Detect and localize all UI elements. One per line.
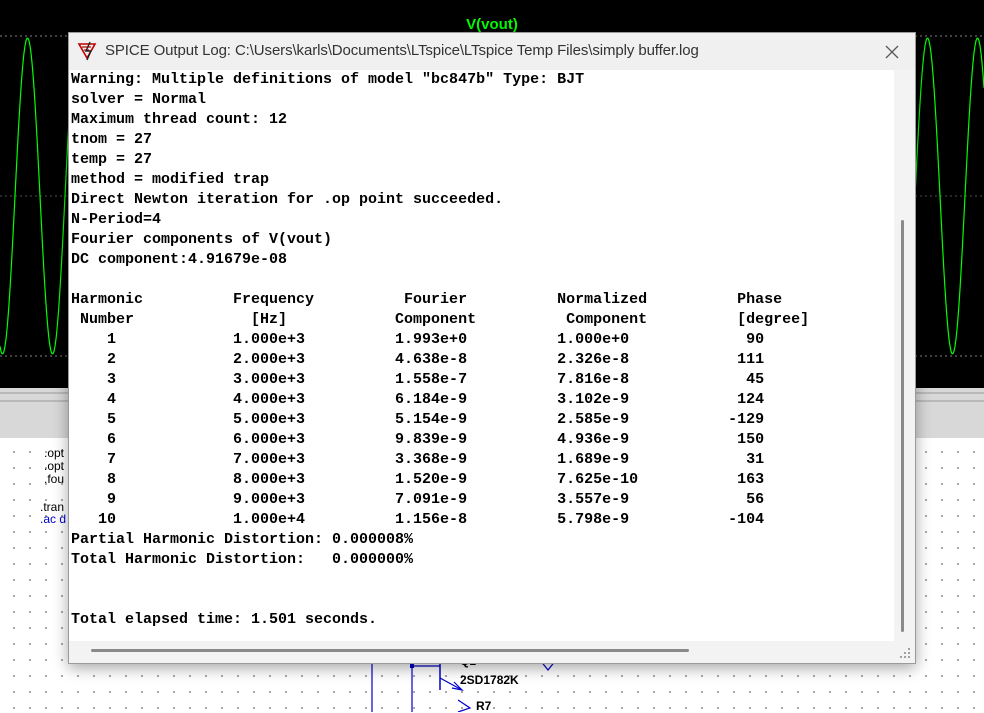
- ltspice-icon: [77, 41, 97, 61]
- log-line: DC component:4.91679e-08: [71, 251, 288, 268]
- log-line: 8 8.000e+3 1.520e-9 7.625e-10 163: [71, 471, 765, 488]
- log-line: 7 7.000e+3 3.368e-9 1.689e-9 31: [71, 451, 765, 468]
- log-line: 3 3.000e+3 1.558e-7 7.816e-8 45: [71, 371, 765, 388]
- log-line: Direct Newton iteration for .op point su…: [71, 191, 504, 208]
- wire-junction: [410, 664, 414, 668]
- log-line: 1 1.000e+3 1.993e+0 1.000e+0 90: [71, 331, 765, 348]
- resize-grip-icon[interactable]: [899, 647, 911, 659]
- log-line: Number [Hz] Component Component [degree]: [71, 311, 810, 328]
- log-line: 6 6.000e+3 9.839e-9 4.936e-9 150: [71, 431, 765, 448]
- vertical-scrollbar-thumb[interactable]: [901, 220, 904, 632]
- component-label-r7[interactable]: R7: [476, 699, 491, 713]
- plot-title[interactable]: V(vout): [0, 16, 984, 33]
- log-line: 4 4.000e+3 6.184e-9 3.102e-9 124: [71, 391, 765, 408]
- log-line: tnom = 27: [71, 131, 153, 148]
- log-line: Total Harmonic Distortion: 0.000000%: [71, 551, 414, 568]
- spice-output-log-window: SPICE Output Log: C:\Users\karls\Documen…: [68, 32, 916, 664]
- vertical-scrollbar[interactable]: [894, 70, 915, 641]
- log-line: Maximum thread count: 12: [71, 111, 288, 128]
- component-model-q1[interactable]: 2SD1782K: [460, 673, 519, 687]
- window-titlebar[interactable]: SPICE Output Log: C:\Users\karls\Documen…: [69, 33, 915, 70]
- log-line: N-Period=4: [71, 211, 162, 228]
- log-line: Harmonic Frequency Fourier Normalized Ph…: [71, 291, 783, 308]
- log-line: temp = 27: [71, 151, 153, 168]
- log-line: solver = Normal: [71, 91, 207, 108]
- resistor-symbol: [457, 699, 472, 712]
- log-content: Warning: Multiple definitions of model "…: [69, 70, 894, 630]
- log-line: Warning: Multiple definitions of model "…: [71, 71, 585, 88]
- log-line: 5 5.000e+3 5.154e-9 2.585e-9 -129: [71, 411, 765, 428]
- log-line: 2 2.000e+3 4.638e-8 2.326e-8 111: [71, 351, 765, 368]
- log-line: method = modified trap: [71, 171, 270, 188]
- horizontal-scrollbar-thumb[interactable]: [91, 649, 689, 652]
- window-title: SPICE Output Log: C:\Users\karls\Documen…: [105, 42, 699, 59]
- log-line: Total elapsed time: 1.501 seconds.: [71, 611, 378, 628]
- log-line: 10 1.000e+4 1.156e-8 5.798e-9 -104: [71, 511, 765, 528]
- log-line: Fourier components of V(vout): [71, 231, 333, 248]
- log-line: Partial Harmonic Distortion: 0.000008%: [71, 531, 414, 548]
- log-line: 9 9.000e+3 7.091e-9 3.557e-9 56: [71, 491, 765, 508]
- log-text-area[interactable]: Warning: Multiple definitions of model "…: [69, 70, 894, 641]
- transistor-emitter: [439, 677, 463, 691]
- horizontal-scrollbar[interactable]: [69, 641, 894, 663]
- close-icon: [885, 45, 899, 58]
- close-button[interactable]: [869, 33, 915, 70]
